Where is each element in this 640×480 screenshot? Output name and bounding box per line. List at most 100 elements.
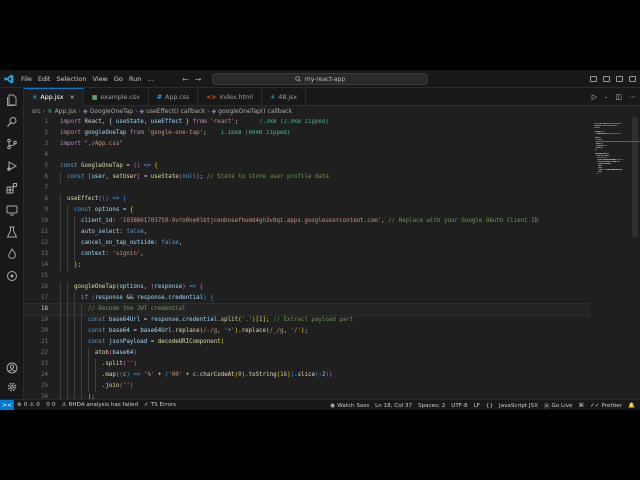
breadcrumb-item-useeffect[interactable]: useEffect() callback bbox=[146, 108, 205, 115]
menu-more[interactable]: … bbox=[144, 75, 157, 83]
tab-index-html[interactable]: <> index.html bbox=[198, 88, 262, 106]
code-line[interactable]: 4 bbox=[24, 150, 590, 161]
tab-app-jsx[interactable]: ⚛ App.jsx × bbox=[24, 88, 84, 106]
toggle-secondary-sidebar-icon[interactable] bbox=[616, 76, 623, 82]
code-line[interactable]: 6 const [user, setUser] = useState(null)… bbox=[24, 172, 590, 183]
ports-indicator[interactable]: ⚲ 0 bbox=[43, 402, 59, 408]
testing-flask-icon[interactable] bbox=[6, 226, 18, 238]
menu-edit[interactable]: Edit bbox=[35, 75, 54, 83]
code-line[interactable]: 25 .join('') bbox=[24, 381, 590, 392]
close-icon[interactable]: × bbox=[69, 94, 74, 101]
menu-run[interactable]: Run bbox=[126, 75, 144, 83]
code-line[interactable]: 8 useEffect(() => { bbox=[24, 194, 590, 205]
code-line[interactable]: 12 cancel_on_tap_outside: false, bbox=[24, 238, 590, 249]
run-dropdown-chevron-icon[interactable]: ⌄ bbox=[604, 94, 608, 100]
code-line[interactable]: 22 atob(base64) bbox=[24, 348, 590, 359]
toggle-panel-icon[interactable] bbox=[603, 76, 610, 82]
cursor-position[interactable]: Ln 18, Col 37 bbox=[372, 403, 415, 409]
customize-layout-icon[interactable] bbox=[629, 76, 636, 82]
run-debug-icon[interactable] bbox=[6, 160, 18, 172]
code-line[interactable]: 3 import "./App.css" bbox=[24, 139, 590, 150]
code-line[interactable]: 13 context: 'signin', bbox=[24, 249, 590, 260]
code-token: response bbox=[154, 284, 183, 290]
code-line[interactable]: 11 auto_select: false, bbox=[24, 227, 590, 238]
code-line[interactable]: 23 .split('') bbox=[24, 359, 590, 370]
code-line[interactable]: 5 const GoogleOneTap = () => { bbox=[24, 161, 590, 172]
more-actions-icon[interactable]: ⋯ bbox=[629, 93, 636, 101]
indentation[interactable]: Spaces: 2 bbox=[415, 403, 448, 409]
forward-arrow-icon[interactable]: → bbox=[195, 75, 202, 84]
code-line[interactable]: 20 const base64 = base64Url.replace(/-/g… bbox=[24, 326, 590, 337]
code-token: '10388617037S9-9vro0ne0lbtjcenbosefhomd4… bbox=[119, 218, 382, 224]
menu-go[interactable]: Go bbox=[111, 75, 126, 83]
code-line[interactable]: 2 import googleOneTap from 'google-one-ta… bbox=[24, 128, 590, 139]
gitlens-icon[interactable] bbox=[6, 270, 18, 282]
split-editor-icon[interactable]: ◫ bbox=[615, 93, 622, 101]
code-line[interactable]: 26 ); bbox=[24, 392, 590, 399]
line-number: 26 bbox=[41, 394, 48, 399]
rhda-text: RHDA analysis has failed bbox=[68, 402, 139, 408]
manage-gear-icon[interactable] bbox=[6, 381, 18, 393]
command-center-search[interactable]: my-react-app bbox=[212, 73, 428, 85]
code-line[interactable]: 21 const jsonPayload = decodeURIComponen… bbox=[24, 337, 590, 348]
code-token: } bbox=[182, 119, 193, 125]
minimap-mark bbox=[599, 141, 627, 142]
code-line[interactable]: 1 import React, { useState, useEffect } f… bbox=[24, 117, 590, 128]
extensions-icon[interactable] bbox=[6, 182, 18, 194]
back-arrow-icon[interactable]: ← bbox=[182, 75, 189, 84]
tab-app-css[interactable]: # App.css bbox=[149, 88, 199, 106]
remote-indicator-icon[interactable]: >< bbox=[0, 399, 14, 410]
end-of-line[interactable]: LF bbox=[471, 403, 483, 409]
editor-scrollbar[interactable] bbox=[632, 117, 638, 237]
ts-errors-status[interactable]: ✓ TS Errors bbox=[141, 402, 179, 408]
menu-file[interactable]: File bbox=[18, 75, 35, 83]
code-editor[interactable]: 1 import React, { useState, useEffect } f… bbox=[24, 117, 590, 399]
code-line[interactable]: 7 bbox=[24, 183, 590, 194]
source-control-icon[interactable] bbox=[6, 138, 18, 150]
search-activity-icon[interactable] bbox=[6, 116, 18, 128]
breadcrumb-item-callback[interactable]: googleOneTap() callback bbox=[218, 108, 292, 115]
code-line[interactable]: 16 googleOneTap(options, (response) => { bbox=[24, 282, 590, 293]
breadcrumb-item-component[interactable]: GoogleOneTap bbox=[90, 108, 134, 115]
explorer-icon[interactable] bbox=[6, 94, 18, 106]
code-text: import React, { useState, useEffect } fr… bbox=[60, 117, 329, 128]
menu-selection[interactable]: Selection bbox=[53, 75, 89, 83]
rhda-status[interactable]: ⚠ RHDA analysis has failed bbox=[59, 402, 142, 408]
code-line[interactable]: 14 }; bbox=[24, 260, 590, 271]
firebase-flame-icon[interactable] bbox=[6, 248, 18, 260]
prettier-status[interactable]: ✓✓ Prettier bbox=[587, 403, 625, 409]
notifications-bell-icon[interactable]: 🔔 bbox=[625, 403, 638, 409]
accounts-icon[interactable] bbox=[6, 362, 18, 374]
code-token: /-/g bbox=[203, 328, 218, 334]
language-mode[interactable]: JavaScript JSX bbox=[496, 403, 541, 409]
code-line[interactable]: 18 // Decode the JWT credential bbox=[24, 303, 590, 316]
copilot-icon[interactable]: ⌘ bbox=[575, 403, 587, 409]
problems-indicator[interactable]: ⊗ 0 ⚠ 0 bbox=[14, 402, 43, 408]
code-line[interactable]: 9 const options = { bbox=[24, 205, 590, 216]
braces-language-status[interactable]: {} bbox=[483, 403, 496, 409]
code-line[interactable]: 15 bbox=[24, 271, 590, 282]
code-line[interactable]: 19 const base64Url = response.credential… bbox=[24, 315, 590, 326]
tab-48-jsx[interactable]: ⚛ 48.jsx bbox=[262, 88, 307, 106]
code-token: replace bbox=[241, 328, 267, 334]
watch-sass-button[interactable]: ◉ Watch Sass bbox=[327, 403, 372, 409]
go-live-button[interactable]: ⦿ Go Live bbox=[541, 402, 576, 410]
code-text: // Decode the JWT credential bbox=[60, 304, 186, 315]
encoding[interactable]: UTF-8 bbox=[448, 403, 470, 409]
code-line[interactable]: 24 .map((c) => '%' + ('00' + c.charCodeA… bbox=[24, 370, 590, 381]
menu-view[interactable]: View bbox=[89, 75, 110, 83]
toggle-sidebar-icon[interactable] bbox=[590, 76, 597, 82]
watch-sass-label: Watch Sass bbox=[337, 402, 370, 409]
breadcrumb-item-file[interactable]: App.jsx bbox=[55, 108, 77, 115]
code-line[interactable]: 10 client_id: '10388617037S9-9vro0ne0lbt… bbox=[24, 216, 590, 227]
code-token: '%' bbox=[143, 372, 155, 378]
code-token: options bbox=[94, 207, 120, 213]
breadcrumb-item-src[interactable]: src bbox=[32, 108, 41, 115]
tab-example-csv[interactable]: ▦ example.csv bbox=[84, 88, 149, 106]
run-play-icon[interactable]: ▷ bbox=[592, 93, 597, 101]
code-line[interactable]: 17 if (response && response.credential) … bbox=[24, 293, 590, 304]
code-token: { bbox=[199, 284, 204, 290]
remote-explorer-icon[interactable] bbox=[6, 204, 18, 216]
